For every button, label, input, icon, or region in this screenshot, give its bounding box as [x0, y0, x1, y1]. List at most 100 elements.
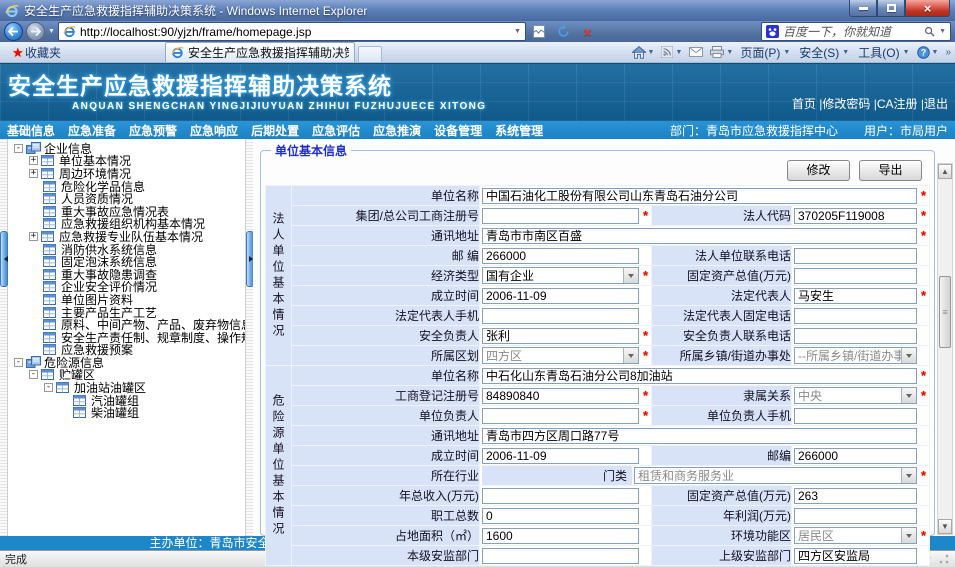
nav-item-5[interactable]: 后期处置 — [251, 122, 299, 139]
sidebar-right-splitter[interactable] — [245, 139, 253, 536]
tree-expand-toggle[interactable]: - — [14, 144, 23, 153]
command-menu-2[interactable]: 安全(S)▼ — [799, 44, 849, 61]
chevron-down-icon[interactable] — [901, 468, 916, 483]
command-menu-1[interactable]: 页面(P)▼ — [740, 44, 790, 61]
field-input[interactable] — [794, 308, 917, 324]
field-input[interactable] — [794, 408, 917, 424]
field-input[interactable] — [794, 328, 917, 344]
nav-item-9[interactable]: 系统管理 — [495, 122, 543, 139]
field-input[interactable] — [482, 188, 917, 204]
field-input[interactable] — [482, 388, 639, 404]
field-input[interactable] — [482, 228, 917, 244]
field-input[interactable] — [482, 408, 639, 424]
tree-expand-toggle[interactable]: + — [29, 169, 38, 178]
field-input[interactable] — [794, 268, 917, 284]
search-dropdown-icon[interactable]: ▼ — [939, 28, 946, 35]
help-button[interactable]: ? ▼ — [917, 46, 939, 59]
chevron-down-icon[interactable] — [901, 348, 916, 363]
print-button[interactable]: ▼ — [710, 46, 733, 58]
minimize-button[interactable] — [849, 0, 877, 17]
refresh-button[interactable] — [553, 22, 574, 41]
field-input[interactable] — [482, 428, 917, 444]
resize-grip[interactable] — [938, 553, 950, 565]
active-tab[interactable]: 安全生产应急救援指挥辅助决策系统 — [165, 42, 355, 62]
field-input[interactable] — [794, 508, 917, 524]
nav-item-2[interactable]: 应急准备 — [68, 122, 116, 139]
main-scrollbar[interactable]: ▲ ▼ — [937, 163, 953, 535]
nav-item-7[interactable]: 应急推演 — [373, 122, 421, 139]
nav-item-6[interactable]: 应急评估 — [312, 122, 360, 139]
field-input[interactable] — [482, 208, 639, 224]
field-input[interactable] — [482, 308, 639, 324]
field-input[interactable] — [794, 548, 917, 564]
field-select[interactable]: 租赁和商务服务业 — [634, 467, 917, 484]
nav-item-4[interactable]: 应急响应 — [190, 122, 238, 139]
nav-item-8[interactable]: 设备管理 — [434, 122, 482, 139]
favorites-button[interactable]: ★ 收藏夹 — [4, 43, 69, 62]
field-input[interactable] — [794, 248, 917, 264]
new-tab-button[interactable] — [358, 46, 382, 62]
splitter-handle[interactable] — [246, 231, 253, 287]
field-select[interactable]: 居民区 — [794, 527, 917, 544]
field-input[interactable] — [794, 208, 917, 224]
field-input[interactable] — [482, 508, 639, 524]
modify-button[interactable]: 修改 — [787, 160, 850, 181]
maximize-button[interactable] — [877, 0, 905, 17]
field-input[interactable] — [482, 548, 639, 564]
field-input[interactable] — [794, 288, 917, 304]
field-input[interactable] — [482, 488, 639, 504]
mail-button[interactable] — [689, 47, 703, 57]
field-input[interactable] — [482, 328, 639, 344]
form-group-cell: 法人单位基本情况 — [266, 186, 292, 366]
address-field[interactable]: http://localhost:90/yjzh/frame/homepage.… — [58, 22, 526, 41]
compatibility-view-button[interactable] — [529, 22, 550, 41]
search-magnifier-icon[interactable] — [924, 26, 935, 37]
field-input[interactable] — [794, 448, 917, 464]
export-button[interactable]: 导出 — [859, 160, 922, 181]
field-select[interactable]: 四方区 — [482, 347, 639, 364]
toolbar-overflow-chevron[interactable]: » — [945, 47, 949, 58]
stop-button[interactable]: × — [577, 22, 598, 41]
forward-button[interactable] — [26, 22, 45, 41]
chevron-down-icon[interactable] — [901, 388, 916, 403]
nav-item-3[interactable]: 应急预警 — [129, 122, 177, 139]
tree-item[interactable]: 柴油罐组 — [12, 406, 241, 419]
field-input[interactable] — [482, 288, 639, 304]
field-input[interactable] — [794, 488, 917, 504]
form-row: 通讯地址 — [266, 426, 930, 446]
scroll-down-arrow[interactable]: ▼ — [938, 519, 952, 534]
header-link-1[interactable]: 首页 — [792, 97, 816, 111]
chevron-down-icon[interactable] — [623, 348, 638, 363]
tree-expand-toggle[interactable]: - — [44, 383, 53, 392]
field-select[interactable]: 中央 — [794, 387, 917, 404]
field-input[interactable] — [482, 528, 639, 544]
tree-expand-toggle[interactable]: + — [29, 156, 38, 165]
splitter-handle[interactable] — [0, 231, 8, 287]
field-cell: * — [480, 206, 652, 226]
field-input[interactable] — [482, 248, 639, 264]
header-link-3[interactable]: CA注册 — [877, 97, 918, 111]
chevron-down-icon[interactable] — [623, 268, 638, 283]
search-box[interactable]: 百度一下，你就知道 ▼ — [761, 22, 951, 41]
tree-expand-toggle[interactable]: - — [29, 370, 38, 379]
field-input[interactable] — [482, 368, 917, 384]
scroll-up-arrow[interactable]: ▲ — [938, 164, 952, 179]
field-input[interactable] — [482, 448, 639, 464]
header-link-4[interactable]: 退出 — [924, 97, 948, 111]
close-button[interactable]: × — [905, 0, 950, 17]
back-button[interactable] — [4, 22, 23, 41]
home-button[interactable]: ▼ — [632, 46, 655, 59]
field-select[interactable]: 国有企业 — [482, 267, 639, 284]
rss-feed-button[interactable]: ▼ — [661, 46, 682, 58]
address-dropdown-icon[interactable]: ▼ — [514, 28, 521, 35]
nav-item-1[interactable]: 基础信息 — [7, 122, 55, 139]
tree-expand-toggle[interactable]: + — [29, 232, 38, 241]
command-menu-3[interactable]: 工具(O)▼ — [858, 44, 909, 61]
history-dropdown[interactable]: ▼ — [48, 28, 55, 35]
chevron-down-icon[interactable] — [901, 528, 916, 543]
scrollbar-thumb[interactable] — [939, 276, 951, 348]
sidebar-left-splitter[interactable] — [0, 139, 8, 536]
tree-expand-toggle[interactable]: - — [14, 358, 23, 367]
header-link-2[interactable]: 修改密码 — [822, 97, 870, 111]
field-select[interactable]: --所属乡镇/街道办事处-- — [794, 347, 917, 364]
